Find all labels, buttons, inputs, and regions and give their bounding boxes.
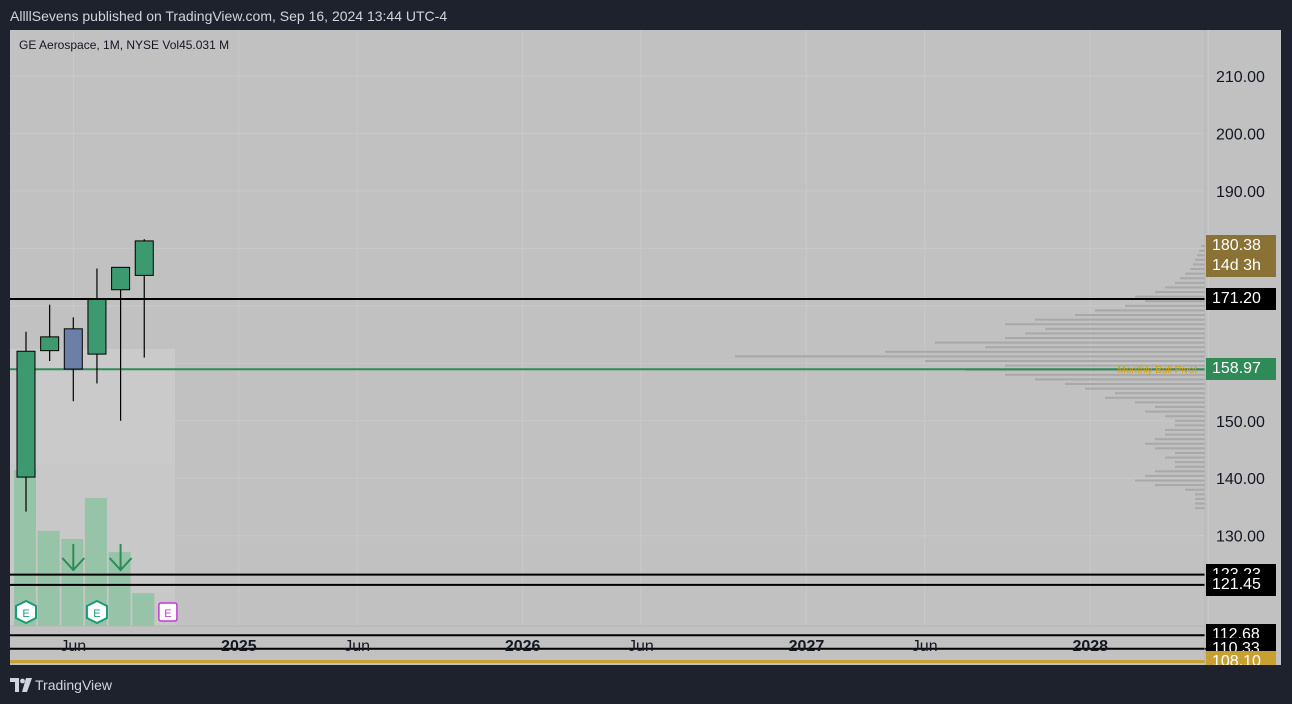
tradingview-logo-icon [10,678,32,692]
candle-body [111,266,131,291]
candle-body [87,299,107,355]
volume-profile-bar [1095,309,1205,312]
volume-profile-bar [1165,428,1205,431]
x-tick-label: Jun [344,638,370,655]
volume-profile-bar [1125,304,1205,307]
y-tick-label: 150.00 [1216,414,1265,431]
candle-body [16,350,36,478]
x-tick-label: Jun [912,638,938,655]
footer: TradingView [0,666,1292,704]
earnings-marker[interactable]: E [15,599,37,625]
volume-profile-bar [1155,447,1205,450]
volume-profile-bar [1035,318,1205,321]
volume-profile-bar [1155,470,1205,473]
volume-profile-bar [1145,474,1205,477]
x-tick-label: Jun [628,638,654,655]
volume-profile-bar [1155,405,1205,408]
y-tick-label: 210.00 [1216,69,1265,86]
volume-profile-bar [1065,382,1205,385]
volume-profile-bar [1175,465,1205,468]
price-line-label: 158.97 [1206,358,1276,381]
volume-profile-bar [1135,401,1205,404]
candle-body [134,240,154,276]
chart-panel[interactable]: Monthly Bull Pivot E E E 210.00 200.00 190.00 1… [10,30,1281,665]
earnings-label: E [164,608,171,620]
publish-header: AllllSevens published on TradingView.com… [0,0,1292,30]
price-line-label: 171.20 [1206,287,1276,310]
volume-profile-bar [1175,281,1205,284]
volume-profile-bar [1045,327,1205,330]
volume-profile-bar [1115,392,1205,395]
volume-profile-bar [1180,277,1205,280]
volume-profile-bar [1185,272,1205,275]
volume-profile-bar [1145,410,1205,413]
volume-profile-bar [1025,332,1205,335]
volume-profile-bar [1175,419,1205,422]
volume-profile-bar [1155,484,1205,487]
published-text: AllllSevens published on TradingView.com… [10,8,448,24]
volume-profile-bar [1165,286,1205,289]
y-tick-label: 200.00 [1216,126,1265,143]
volume-profile-bar [1175,424,1205,427]
volume-profile-bar [985,346,1205,349]
volume-profile-bar [1199,249,1205,252]
volume-profile-bar [1145,300,1205,303]
volume-profile-bar [1165,415,1205,418]
x-tick-label: 2028 [1072,638,1108,655]
earnings-marker[interactable]: E [85,599,108,625]
volume-profile-bar [1195,258,1205,261]
line-annotation: Monthly Bull Pivot [1118,365,1198,376]
volume-profile-bar [1155,291,1205,294]
volume-profile-bar [1193,263,1205,266]
volume-profile-bar [1145,442,1205,445]
volume-profile-bar [885,350,1205,353]
volume-profile-bar [1195,493,1205,496]
y-tick-label: 130.00 [1216,529,1265,546]
price-line-label: 121.45 [1206,573,1276,596]
volume-profile-bar [1165,456,1205,459]
volume-profile-bar [925,360,1205,363]
volume-profile-bar [1135,295,1205,298]
candle-body [40,336,60,352]
volume-profile-bar [1195,502,1205,505]
last-price-label: 180.38 [1206,235,1276,258]
y-tick-label: 140.00 [1216,471,1265,488]
price-line-label: 108.10 [1206,650,1276,665]
volume-profile-bar [1035,378,1205,381]
volume-profile-bar [1185,488,1205,491]
volume-profile-bar [1155,438,1205,441]
earnings-label: E [93,608,100,620]
volume-profile-bar [1197,254,1205,257]
volume-bar [37,530,60,626]
volume-profile-bar [1005,323,1205,326]
volume-profile-bar [1195,507,1205,510]
volume-profile-bar [935,341,1205,344]
x-tick-label: Jun [60,638,86,655]
volume-profile-bar [1105,396,1205,399]
volume-profile-bar [1135,479,1205,482]
bar-countdown-label: 14d 3h [1206,255,1276,278]
tradingview-brand: TradingView [35,677,113,693]
volume-bar [132,593,155,626]
volume-profile-bar [1005,337,1205,340]
volume-profile-bar [1075,314,1205,317]
candle-body [63,328,83,370]
volume-profile-bar [1175,461,1205,464]
x-tick-label: 2026 [505,638,541,655]
earnings-marker[interactable]: E [158,602,178,622]
volume-profile-bar [1195,497,1205,500]
price-chart[interactable]: Monthly Bull Pivot E E E 210.00 200.00 190.00 1… [10,30,1281,665]
volume-profile-bar [1165,433,1205,436]
volume-profile-bar [735,355,1205,358]
x-tick-label: 2025 [221,638,257,655]
symbol-info[interactable]: GE Aerospace, 1M, NYSE Vol45.031 M [19,38,229,52]
volume-profile-bar [1190,268,1205,271]
volume-profile-bar [1201,245,1205,248]
earnings-label: E [22,608,29,620]
x-tick-label: 2027 [789,638,825,655]
volume-profile-bar [1085,387,1205,390]
volume-profile-bar [1175,451,1205,454]
y-tick-label: 190.00 [1216,184,1265,201]
